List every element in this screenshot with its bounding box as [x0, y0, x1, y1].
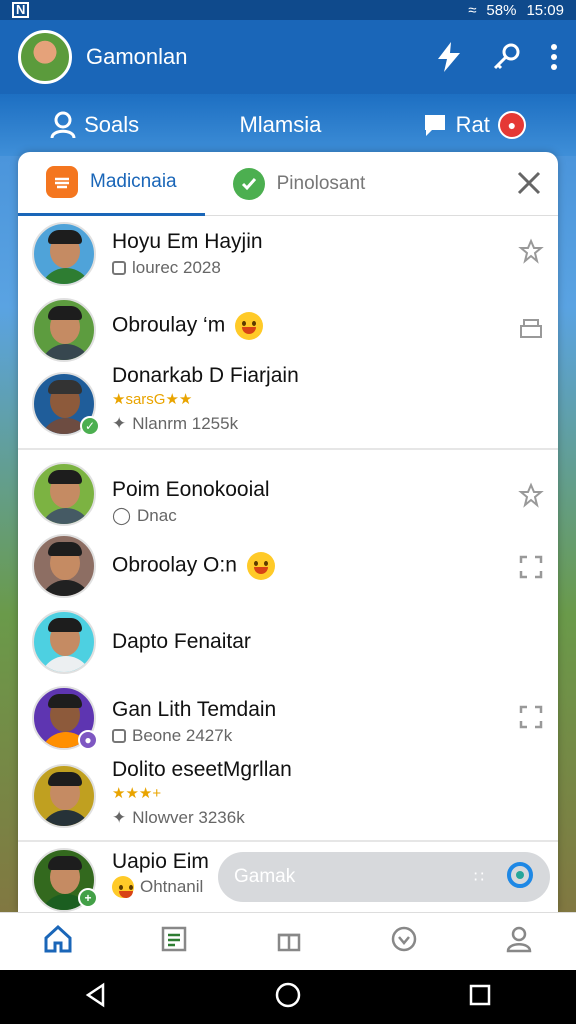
- heart-icon[interactable]: [390, 925, 418, 958]
- avatar: [32, 610, 96, 674]
- avatar: [32, 534, 96, 598]
- notification-icon: N: [12, 2, 30, 18]
- search-input[interactable]: Gamak ∷: [218, 852, 550, 902]
- contact-subtitle: Beone 2427k: [132, 726, 233, 745]
- section-divider: [18, 448, 558, 450]
- bottom-nav: [0, 912, 576, 970]
- smile-emoji-icon: [246, 552, 275, 580]
- contact-subtitle: Nlowver 3236k: [132, 808, 245, 827]
- key-icon[interactable]: [490, 41, 522, 73]
- contact-name: Poim Eonokooial: [112, 478, 270, 501]
- avatar: [32, 462, 96, 526]
- contacts-sheet: Madicnaia Pinolosant Hoyu Em Hayjin lour…: [18, 152, 558, 912]
- bolt-icon[interactable]: [436, 42, 462, 72]
- puzzle-icon: ✦: [112, 414, 127, 433]
- top-tabs: Soals Mlamsia Rat ●: [0, 94, 576, 156]
- pin-icon[interactable]: [518, 482, 544, 513]
- more-menu-icon[interactable]: [550, 43, 558, 71]
- calendar-icon: [112, 261, 126, 275]
- app-title: Gamonlan: [86, 44, 188, 69]
- rating-stars: ★sarsG★★: [112, 391, 193, 408]
- clock-icon: ◯: [112, 506, 132, 525]
- tab-mlamsia[interactable]: Mlamsia: [239, 112, 321, 138]
- notification-badge: ●: [497, 111, 526, 139]
- profile-icon[interactable]: [505, 925, 533, 958]
- contact-row[interactable]: Dapto Fenaitar: [18, 610, 558, 686]
- smile-emoji-icon: [235, 312, 264, 340]
- contact-row[interactable]: Obroulay ‘m: [18, 292, 558, 368]
- archive-icon[interactable]: [518, 316, 544, 345]
- calendar-icon: [112, 729, 126, 743]
- contact-row[interactable]: Poim Eonokooial ◯ Dnac: [18, 456, 558, 532]
- contact-name: Gan Lith Temdain: [112, 698, 277, 721]
- status-badge-icon: ●: [78, 730, 98, 750]
- home-icon[interactable]: [43, 924, 73, 959]
- battery-level: 58%: [486, 1, 517, 19]
- chat-icon: [424, 115, 445, 136]
- tab-pinolosant[interactable]: Pinolosant: [205, 152, 394, 216]
- contact-row[interactable]: Dolito eseetMgrllan ★★★+ ✦ Nlowver 3236k: [18, 758, 558, 842]
- tab-soals[interactable]: Soals: [50, 111, 139, 139]
- verified-badge-icon: ✓: [80, 416, 100, 436]
- close-icon[interactable]: [516, 170, 542, 201]
- section-divider: [18, 840, 558, 842]
- contact-subtitle: Dnac: [137, 506, 177, 525]
- puzzle-icon: ✦: [112, 808, 127, 827]
- search-placeholder: Gamak: [234, 866, 296, 887]
- clock: 15:09: [526, 1, 564, 19]
- profile-avatar[interactable]: [18, 30, 72, 84]
- pin-icon[interactable]: [518, 238, 544, 269]
- orange-app-icon: [46, 166, 78, 198]
- sheet-tabs: Madicnaia Pinolosant: [18, 152, 558, 216]
- check-icon: [232, 167, 265, 200]
- contact-name: Donarkab D Fiarjain: [112, 364, 299, 387]
- contact-subtitle: Ohtnanil: [140, 877, 204, 896]
- contact-name: Hoyu Em Hayjin: [112, 230, 263, 253]
- contact-subtitle: lourec 2028: [132, 258, 221, 277]
- contact-row[interactable]: Obroolay O:n: [18, 534, 558, 610]
- contact-name: Obroulay ‘m: [112, 312, 264, 340]
- app-bar: Gamonlan: [0, 20, 576, 94]
- recents-icon[interactable]: [467, 982, 493, 1013]
- avatar: [32, 764, 96, 828]
- sparkle-icon[interactable]: ∷: [474, 867, 484, 887]
- system-nav-bar: [0, 970, 576, 1024]
- contact-name: Uapio Eim: [112, 850, 209, 873]
- avatar: [32, 298, 96, 362]
- rating-stars: ★★★+: [112, 785, 162, 802]
- expand-icon[interactable]: [518, 554, 544, 585]
- avatar: [32, 222, 96, 286]
- expand-icon[interactable]: [518, 704, 544, 735]
- home-circle-icon[interactable]: [274, 981, 302, 1014]
- contact-row[interactable]: ✓ Donarkab D Fiarjain ★sarsG★★ ✦ Nlanrm 1…: [18, 364, 558, 446]
- gift-icon[interactable]: [275, 925, 303, 958]
- tab-rat[interactable]: Rat ●: [422, 111, 526, 139]
- contact-row[interactable]: Hoyu Em Hayjin lourec 2028: [18, 216, 558, 292]
- wifi-icon: ≈: [468, 1, 477, 19]
- status-bar: N ≈ 58% 15:09: [0, 0, 576, 20]
- contact-subtitle: Nlanrm 1255k: [132, 414, 239, 433]
- contact-name: Dapto Fenaitar: [112, 630, 251, 653]
- add-badge-icon: +: [78, 888, 98, 908]
- back-icon[interactable]: [83, 982, 109, 1013]
- assistant-icon[interactable]: [506, 861, 534, 894]
- tab-madicnaia[interactable]: Madicnaia: [18, 152, 205, 216]
- person-icon: [50, 111, 76, 139]
- contact-name: Obroolay O:n: [112, 552, 275, 580]
- contact-row[interactable]: ● Gan Lith Temdain Beone 2427k: [18, 686, 558, 762]
- contact-name: Dolito eseetMgrllan: [112, 758, 292, 781]
- smile-emoji-icon: [112, 876, 134, 898]
- list-icon[interactable]: [160, 925, 188, 958]
